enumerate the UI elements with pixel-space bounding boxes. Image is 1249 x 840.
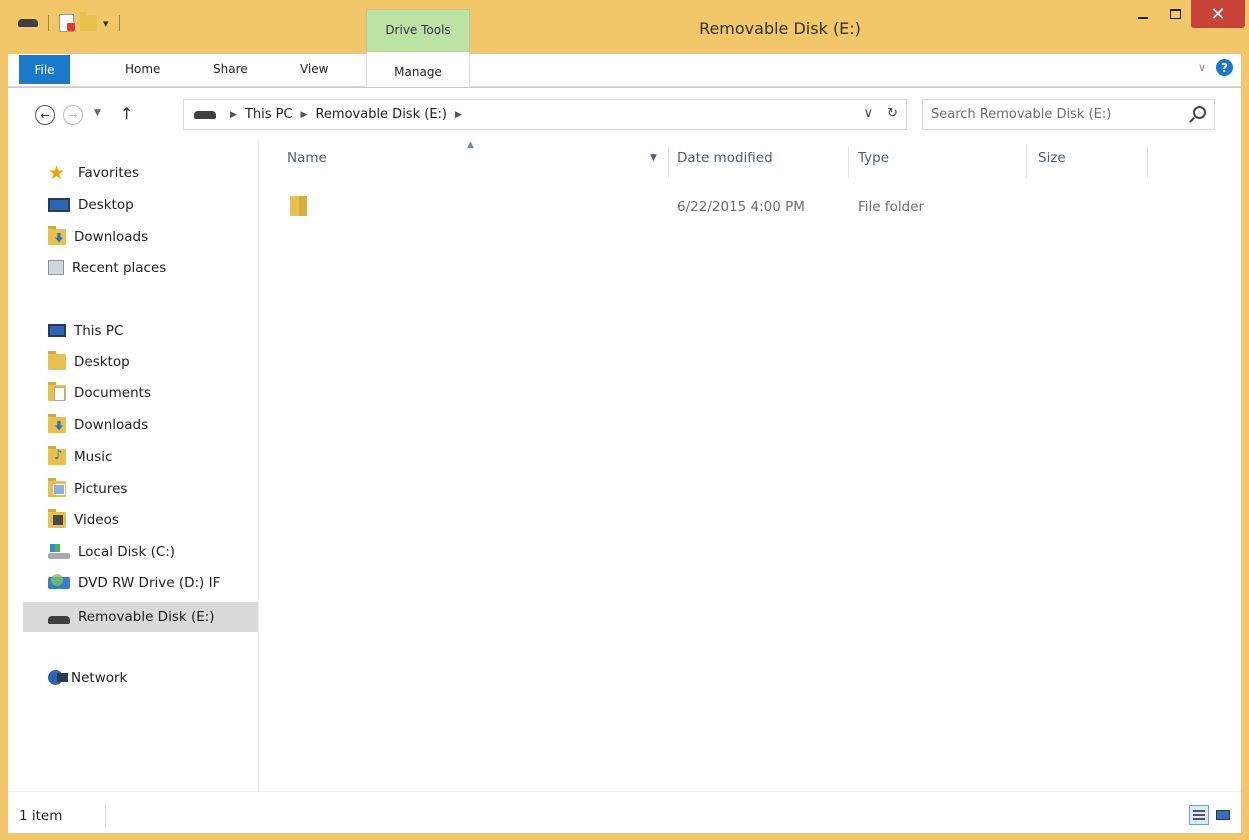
- tab-share[interactable]: Share: [213, 62, 248, 76]
- help-icon[interactable]: ?: [1216, 59, 1233, 76]
- address-bar[interactable]: ▶ This PC ▶ Removable Disk (E:) ▶ ∨ ↻: [183, 99, 907, 130]
- column-divider[interactable]: [1147, 146, 1148, 178]
- recent-locations-icon[interactable]: ▼: [94, 108, 101, 118]
- toolbar-divider: [48, 15, 49, 31]
- dvd-drive-icon: [48, 573, 70, 589]
- title-bar: ▾ Drive Tools Removable Disk (E:) ✕: [0, 0, 1249, 52]
- details-view-button[interactable]: [1189, 805, 1209, 825]
- customize-toolbar-icon[interactable]: ▾: [103, 17, 109, 30]
- navigation-pane: ★ Favorites Desktop Downloads Recent plac…: [8, 140, 259, 791]
- large-icons-view-button[interactable]: [1213, 805, 1233, 825]
- status-divider: [105, 804, 106, 828]
- column-header-type[interactable]: Type: [858, 150, 889, 166]
- network-icon: [48, 670, 68, 685]
- local-disk-icon: [48, 543, 70, 559]
- maximize-button[interactable]: [1159, 0, 1191, 28]
- new-folder-icon[interactable]: [80, 12, 97, 31]
- breadcrumb-separator-icon[interactable]: ▶: [230, 110, 237, 120]
- forward-button[interactable]: →: [63, 105, 83, 125]
- search-placeholder: Search Removable Disk (E:): [931, 107, 1112, 122]
- column-header-name[interactable]: Name: [287, 150, 327, 166]
- breadcrumb-removable-disk[interactable]: Removable Disk (E:): [315, 107, 447, 122]
- minimize-button[interactable]: [1127, 0, 1159, 28]
- window-controls: ✕: [1127, 0, 1249, 28]
- window-title: Removable Disk (E:): [699, 19, 861, 38]
- desktop-folder-icon: [48, 350, 66, 370]
- close-button[interactable]: ✕: [1191, 0, 1245, 28]
- removable-drive-icon: [48, 616, 70, 624]
- search-icon[interactable]: [1193, 106, 1206, 119]
- breadcrumb-separator-icon[interactable]: ▶: [301, 110, 308, 120]
- documents-folder-icon: [48, 381, 66, 401]
- search-input[interactable]: Search Removable Disk (E:): [922, 99, 1215, 130]
- minimize-icon: [1138, 17, 1148, 19]
- tab-view[interactable]: View: [300, 62, 328, 76]
- column-divider[interactable]: [1026, 146, 1027, 178]
- downloads-folder-icon: [48, 225, 66, 245]
- nav-pc-downloads[interactable]: Downloads: [48, 412, 148, 437]
- nav-favorites[interactable]: ★ Favorites: [48, 160, 139, 185]
- nav-this-pc[interactable]: This PC: [48, 318, 123, 343]
- column-filter-dropdown-icon[interactable]: ▼: [650, 153, 657, 163]
- nav-pc-documents[interactable]: Documents: [48, 380, 151, 405]
- breadcrumb-separator-icon[interactable]: ▶: [455, 110, 462, 120]
- nav-favorites-downloads[interactable]: Downloads: [48, 224, 148, 249]
- details-view-icon: [1193, 810, 1205, 820]
- maximize-icon: [1169, 9, 1181, 19]
- column-divider[interactable]: [848, 146, 849, 178]
- drive-tools-context-label: Drive Tools: [366, 9, 470, 51]
- nav-pc-desktop[interactable]: Desktop: [48, 349, 130, 374]
- refresh-icon[interactable]: ↻: [887, 106, 898, 121]
- explorer-window: ▾ Drive Tools Removable Disk (E:) ✕ File…: [0, 0, 1249, 840]
- large-icons-view-icon: [1216, 810, 1230, 820]
- file-type: File folder: [858, 199, 925, 215]
- nav-dvd-drive-d[interactable]: DVD RW Drive (D:) IF: [48, 570, 220, 595]
- nav-favorites-desktop[interactable]: Desktop: [48, 192, 134, 217]
- videos-folder-icon: [48, 508, 66, 528]
- file-row[interactable]: 6/22/2015 4:00 PM File folder: [260, 192, 1241, 220]
- star-icon: ★: [48, 161, 66, 184]
- downloads-folder-icon: [48, 413, 66, 433]
- address-row: ← → ▼ ↑ ▶ This PC ▶ Removable Disk (E:) …: [8, 88, 1241, 140]
- toolbar-divider: [118, 15, 120, 31]
- file-date-modified: 6/22/2015 4:00 PM: [677, 199, 805, 215]
- close-icon: ✕: [1210, 3, 1226, 25]
- breadcrumb-this-pc[interactable]: This PC: [245, 107, 293, 122]
- column-header-date-modified[interactable]: Date modified: [677, 150, 773, 166]
- music-folder-icon: [48, 445, 66, 465]
- folder-icon: [290, 196, 307, 216]
- up-arrow-icon[interactable]: ↑: [120, 104, 133, 123]
- pictures-folder-icon: [48, 477, 66, 497]
- nav-removable-disk-e[interactable]: Removable Disk (E:): [23, 602, 258, 632]
- explorer-body: ★ Favorites Desktop Downloads Recent plac…: [8, 140, 1241, 791]
- recent-places-icon: [48, 260, 64, 275]
- nav-local-disk-c[interactable]: Local Disk (C:): [48, 539, 175, 564]
- item-count: 1 item: [19, 808, 63, 824]
- expand-ribbon-icon[interactable]: ∨: [1198, 61, 1206, 74]
- file-list: ▲ Name ▼ Date modified Type Size 6/22/20…: [260, 140, 1241, 791]
- nav-pc-pictures[interactable]: Pictures: [48, 476, 127, 501]
- status-bar: 1 item: [8, 791, 1241, 833]
- address-history-dropdown-icon[interactable]: ∨: [864, 106, 874, 121]
- tab-home[interactable]: Home: [125, 62, 160, 76]
- tab-file[interactable]: File: [19, 55, 70, 84]
- computer-icon: [48, 324, 66, 337]
- quick-access-toolbar: ▾: [18, 12, 124, 32]
- ribbon-tab-bar: File Home Share View Manage ∨ ?: [8, 52, 1241, 87]
- drive-icon: [194, 110, 216, 119]
- sort-ascending-icon: ▲: [467, 140, 474, 150]
- drive-icon: [18, 19, 38, 27]
- column-divider[interactable]: [668, 146, 669, 178]
- properties-icon[interactable]: [59, 14, 75, 32]
- back-button[interactable]: ←: [35, 105, 55, 125]
- desktop-icon: [48, 197, 70, 212]
- nav-pc-music[interactable]: Music: [48, 444, 112, 469]
- nav-network[interactable]: Network: [48, 665, 127, 690]
- column-header-size[interactable]: Size: [1038, 150, 1066, 166]
- tab-manage[interactable]: Manage: [366, 52, 470, 87]
- nav-pc-videos[interactable]: Videos: [48, 507, 119, 532]
- nav-recent-places[interactable]: Recent places: [48, 255, 166, 280]
